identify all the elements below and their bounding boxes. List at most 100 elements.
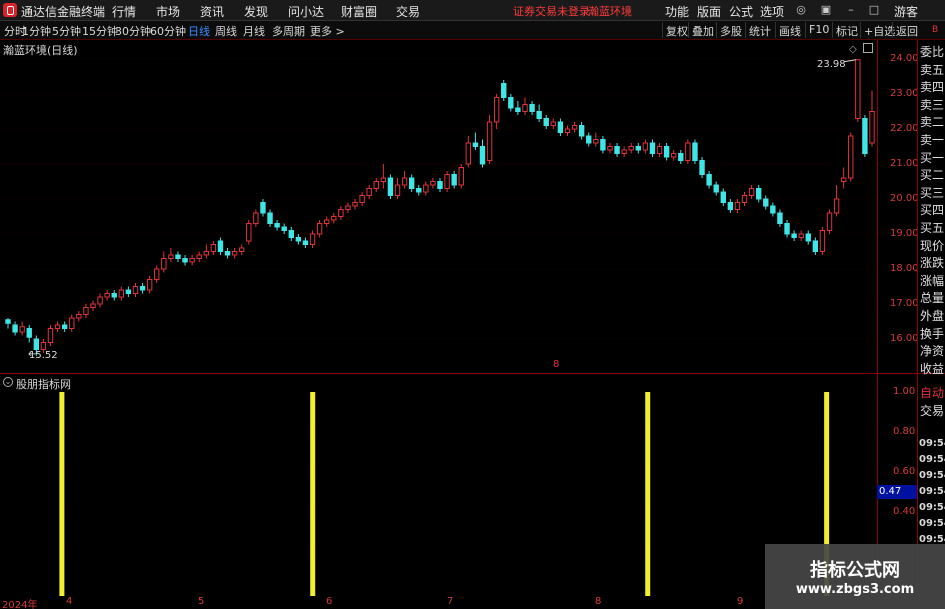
candle[interactable] — [586, 132, 592, 147]
candle[interactable] — [656, 143, 663, 157]
candle[interactable] — [47, 325, 54, 346]
indicator-settings-icon[interactable]: ⌄ — [3, 377, 13, 387]
candle[interactable] — [812, 237, 819, 256]
candle[interactable] — [224, 248, 231, 259]
candle[interactable] — [678, 150, 684, 164]
candle[interactable] — [791, 230, 797, 242]
candle[interactable] — [323, 216, 330, 228]
candle[interactable] — [748, 185, 755, 199]
candle[interactable] — [132, 283, 139, 297]
candle[interactable] — [607, 143, 613, 154]
candle[interactable] — [571, 122, 578, 133]
candle[interactable] — [189, 255, 195, 266]
candle[interactable] — [777, 209, 783, 228]
menu-market[interactable]: 市场 — [156, 3, 180, 20]
menu-quotes[interactable]: 行情 — [112, 3, 136, 20]
candle[interactable] — [288, 227, 294, 241]
candle[interactable] — [826, 209, 833, 235]
menu-ask[interactable]: 问小达 — [288, 3, 324, 20]
candle[interactable] — [90, 300, 96, 312]
candle[interactable] — [564, 125, 571, 137]
candle[interactable] — [175, 251, 181, 263]
candle[interactable] — [12, 321, 18, 336]
candle[interactable] — [161, 251, 167, 273]
candle[interactable] — [600, 136, 606, 154]
candle[interactable] — [239, 244, 245, 256]
candle[interactable] — [805, 230, 811, 245]
candle[interactable] — [713, 181, 719, 196]
candle[interactable] — [26, 325, 32, 343]
candle[interactable] — [338, 206, 344, 220]
candle[interactable] — [479, 139, 486, 168]
candle[interactable] — [366, 185, 372, 199]
period-5min[interactable]: 5分钟 — [52, 23, 81, 39]
candle[interactable] — [536, 104, 542, 123]
candle[interactable] — [76, 311, 82, 322]
candle[interactable] — [614, 143, 620, 157]
candle[interactable] — [352, 199, 358, 210]
candle[interactable] — [741, 192, 748, 206]
candle[interactable] — [430, 178, 436, 189]
candle[interactable] — [168, 248, 174, 262]
candle[interactable] — [359, 192, 365, 206]
period-more[interactable]: 更多 > — [310, 23, 345, 39]
button-overlay[interactable]: 叠加 — [688, 22, 717, 38]
candle[interactable] — [54, 321, 61, 333]
menu-options[interactable]: 选项 — [760, 3, 784, 20]
menu-formula[interactable]: 公式 — [729, 3, 753, 20]
trade-login-notice[interactable]: 证券交易未登录 — [513, 3, 590, 19]
candle[interactable] — [111, 290, 117, 301]
candle[interactable] — [281, 223, 287, 235]
button-adjust[interactable]: 复权 — [662, 22, 691, 38]
candle[interactable] — [416, 185, 422, 196]
candle[interactable] — [309, 230, 316, 249]
candle[interactable] — [635, 143, 641, 154]
button-statistics[interactable]: 统计 — [745, 22, 774, 38]
candle[interactable] — [550, 118, 557, 130]
menu-wealth[interactable]: 财富圈 — [341, 3, 377, 20]
button-multi-stock[interactable]: 多股 — [716, 22, 745, 38]
auto-trade-label[interactable]: 自动 — [920, 384, 945, 401]
button-back[interactable]: 返回 — [892, 22, 921, 38]
candle[interactable] — [423, 181, 429, 196]
candle[interactable] — [61, 321, 68, 333]
candle[interactable] — [649, 139, 656, 158]
period-30min[interactable]: 30分钟 — [115, 23, 151, 39]
candle[interactable] — [19, 321, 25, 336]
restore-icon[interactable]: ▣ — [818, 2, 834, 18]
candle[interactable] — [182, 255, 188, 266]
candle[interactable] — [692, 139, 698, 165]
candle[interactable] — [139, 283, 146, 294]
candle[interactable] — [444, 171, 450, 192]
period-1min[interactable]: 1分钟 — [22, 23, 51, 39]
candle[interactable] — [755, 185, 762, 203]
candle[interactable] — [557, 118, 564, 137]
period-daily[interactable]: 日线 — [188, 23, 210, 39]
button-mark[interactable]: 标记 — [832, 22, 861, 38]
menu-trade[interactable]: 交易 — [396, 3, 420, 20]
trade-label[interactable]: 交易 — [920, 402, 945, 419]
candle[interactable] — [472, 132, 479, 151]
candle[interactable] — [819, 227, 826, 255]
candle[interactable] — [543, 115, 549, 129]
candle[interactable] — [196, 251, 202, 263]
candle[interactable] — [83, 304, 89, 318]
period-monthly[interactable]: 月线 — [243, 23, 265, 39]
menu-functions[interactable]: 功能 — [665, 3, 689, 20]
candle[interactable] — [628, 143, 634, 154]
candle[interactable] — [593, 132, 599, 147]
candle[interactable] — [848, 132, 854, 182]
candle[interactable] — [727, 199, 734, 213]
candle[interactable] — [663, 143, 670, 161]
candle[interactable] — [302, 237, 309, 249]
candle[interactable] — [295, 234, 302, 245]
candle[interactable] — [770, 202, 776, 217]
settings-icon[interactable]: ◎ — [793, 2, 809, 18]
candle[interactable] — [855, 59, 861, 122]
candle[interactable] — [798, 230, 804, 242]
button-f10[interactable]: F10 — [805, 22, 832, 38]
candle[interactable] — [734, 199, 741, 213]
candle[interactable] — [833, 185, 840, 217]
candle[interactable] — [515, 101, 521, 115]
candle[interactable] — [231, 248, 238, 259]
